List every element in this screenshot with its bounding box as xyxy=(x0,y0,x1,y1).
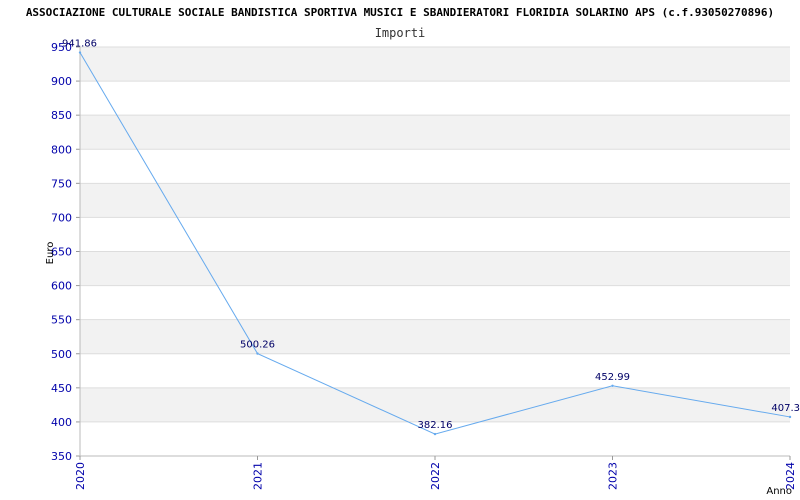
y-axis-label: Euro xyxy=(45,242,56,265)
y-tick-label: 400 xyxy=(51,416,72,429)
series-polyline xyxy=(79,52,791,435)
data-point xyxy=(256,352,259,355)
grid-band xyxy=(80,47,790,82)
chart-subtitle: Importi xyxy=(375,26,426,40)
grid-band xyxy=(80,319,790,354)
data-point xyxy=(433,432,437,436)
x-tick-labels: 2020 2021 2022 2023 2024 xyxy=(74,456,797,490)
data-label: 500.26 xyxy=(240,340,275,351)
data-label: 407.3 xyxy=(771,403,800,414)
data-label: 941.86 xyxy=(62,39,97,50)
series-line xyxy=(78,51,792,436)
x-tick-label: 2021 xyxy=(252,462,265,490)
y-tick-label: 550 xyxy=(51,314,72,327)
data-point xyxy=(788,415,792,419)
y-tick-label: 350 xyxy=(51,450,72,463)
x-tick-label: 2020 xyxy=(74,462,87,490)
y-tick-label: 750 xyxy=(51,177,72,190)
x-axis-label: Anno xyxy=(766,486,792,497)
x-tick-label: 2022 xyxy=(429,462,442,490)
grid-band xyxy=(80,387,790,422)
data-label: 452.99 xyxy=(595,372,630,383)
x-tick-label: 2023 xyxy=(607,462,620,490)
line-chart: 350400450500550600650700750800850900950 … xyxy=(26,6,800,497)
y-tick-label: 500 xyxy=(51,348,72,361)
y-tick-label: 450 xyxy=(51,382,72,395)
chart-title: ASSOCIAZIONE CULTURALE SOCIALE BANDISTIC… xyxy=(26,6,774,19)
y-tick-label: 800 xyxy=(51,143,72,156)
y-tick-label: 600 xyxy=(51,280,72,293)
grid-band xyxy=(80,251,790,286)
grid-bands xyxy=(80,47,790,422)
y-tick-label: 700 xyxy=(51,211,72,224)
grid-band xyxy=(80,183,790,218)
grid-band xyxy=(80,115,790,150)
data-labels: 941.86 500.26 382.16 452.99 407.3 xyxy=(62,39,800,432)
data-point xyxy=(78,51,82,54)
y-tick-label: 900 xyxy=(51,75,72,88)
data-point xyxy=(611,384,614,387)
y-tick-label: 850 xyxy=(51,109,72,122)
data-label: 382.16 xyxy=(418,420,453,431)
